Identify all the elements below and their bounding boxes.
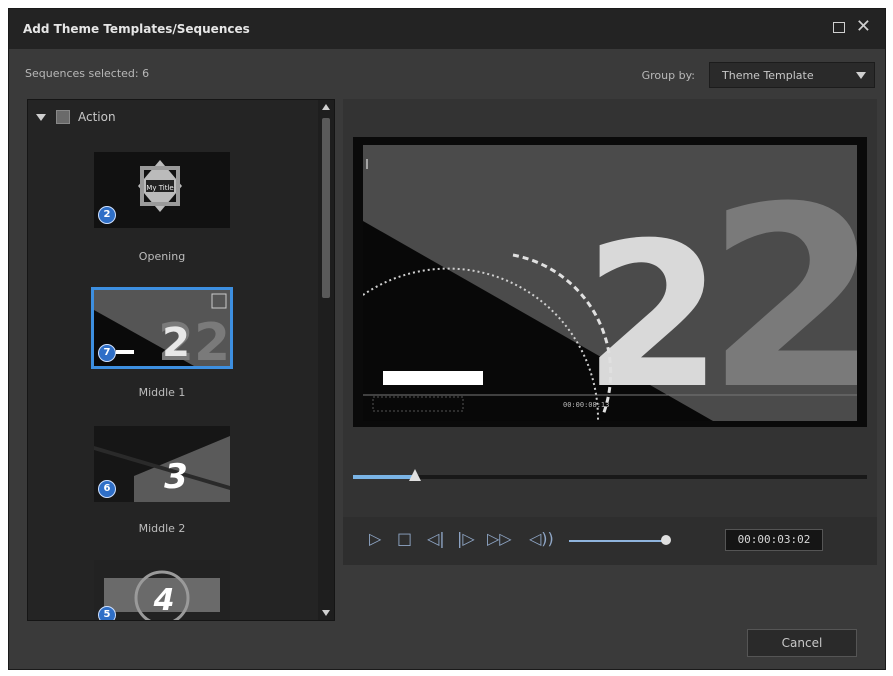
count-badge: 2: [98, 206, 116, 224]
sequences-selected-count: Sequences selected: 6: [25, 67, 150, 80]
close-icon[interactable]: ✕: [856, 17, 871, 37]
prev-frame-icon[interactable]: ◁|: [427, 529, 445, 549]
group-by-label: Group by:: [641, 69, 695, 82]
count-badge: 6: [98, 480, 116, 498]
group-checkbox[interactable]: [56, 110, 70, 124]
template-thumbnail-opening[interactable]: My Title 2: [94, 152, 230, 228]
seek-bar-knob[interactable]: [408, 469, 421, 481]
count-badge: 5: [98, 606, 116, 620]
template-label-middle-1: Middle 1: [138, 386, 186, 399]
volume-slider-knob[interactable]: [661, 535, 671, 545]
preview-art: 2 2 00:00:08:13: [363, 145, 857, 421]
scroll-down-icon[interactable]: [322, 610, 330, 616]
svg-text:2: 2: [162, 320, 190, 366]
maximize-icon[interactable]: [833, 22, 845, 33]
volume-icon[interactable]: ◁)): [529, 529, 554, 549]
template-list: Action My Title 2 Opening 22 2 7 Middle …: [27, 99, 335, 621]
preview-small-timecode: 00:00:08:13: [563, 401, 609, 409]
scroll-up-icon[interactable]: [322, 104, 330, 110]
preview-big-number: 2: [583, 200, 722, 421]
item-4-thumb-text: 4: [153, 583, 175, 618]
preview-frame: 2 2 00:00:08:13: [353, 137, 867, 427]
title-bar: Add Theme Templates/Sequences ✕: [9, 9, 885, 49]
seek-bar[interactable]: [353, 469, 867, 481]
dialog-title: Add Theme Templates/Sequences: [23, 22, 250, 36]
preview-big-number-bg: 2: [706, 153, 857, 421]
template-thumbnail-4[interactable]: 4 5: [94, 560, 230, 620]
list-scrollbar[interactable]: [318, 100, 334, 620]
volume-slider[interactable]: [569, 540, 665, 542]
group-by-value: Theme Template: [722, 69, 814, 82]
cancel-button[interactable]: Cancel: [747, 629, 857, 657]
chevron-down-icon: [856, 72, 866, 79]
template-label-opening: Opening: [138, 250, 186, 263]
stop-icon[interactable]: □: [397, 529, 412, 549]
scrollbar-thumb[interactable]: [322, 118, 330, 298]
preview-panel: 2 2 00:00:08:13 ▷ □ ◁| |▷ ▷▷ ◁)) 00:00:0…: [343, 99, 877, 565]
count-badge: 7: [98, 344, 116, 362]
group-label: Action: [78, 110, 116, 124]
opening-thumb-text: My Title: [146, 184, 173, 192]
fast-forward-icon[interactable]: ▷▷: [487, 529, 512, 549]
dialog-window: Add Theme Templates/Sequences ✕ Sequence…: [8, 8, 886, 670]
next-frame-icon[interactable]: |▷: [457, 529, 475, 549]
collapse-triangle-icon[interactable]: [36, 114, 46, 121]
middle-2-thumb-text: 3: [164, 457, 188, 497]
group-by-select[interactable]: Theme Template: [709, 62, 875, 88]
player-controls: ▷ □ ◁| |▷ ▷▷ ◁)) 00:00:03:02: [343, 517, 877, 565]
play-icon[interactable]: ▷: [369, 529, 381, 549]
template-thumbnail-middle-2[interactable]: 3 6: [94, 426, 230, 502]
template-thumbnail-middle-1[interactable]: 22 2 7: [91, 287, 233, 369]
preview-video: 2 2 00:00:08:13: [363, 145, 857, 421]
options-bar: Sequences selected: 6 Group by: Theme Te…: [9, 49, 885, 97]
seek-bar-fill: [353, 475, 415, 479]
timecode-display: 00:00:03:02: [725, 529, 823, 551]
template-label-middle-2: Middle 2: [138, 522, 186, 535]
